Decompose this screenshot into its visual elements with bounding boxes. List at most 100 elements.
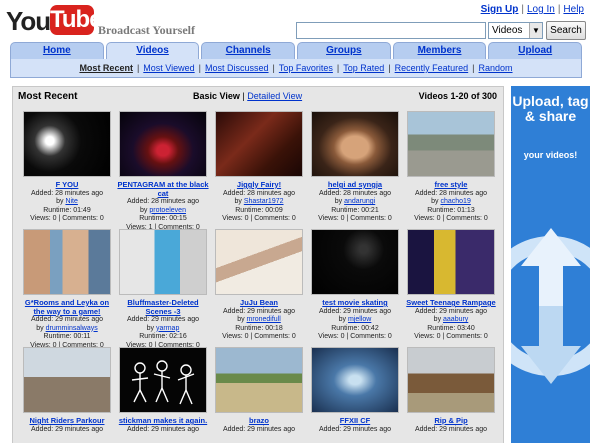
logo-you-text: You — [6, 6, 51, 36]
ad-headline: Upload, tag & share — [512, 93, 589, 124]
search-category-select[interactable]: Videos ▼ — [488, 22, 543, 39]
video-title-link[interactable]: Night Riders Parkour — [21, 416, 113, 426]
video-added: Added: 29 minutes ago — [223, 307, 295, 315]
video-title-link[interactable]: PENTAGRAM at the black cat — [117, 180, 209, 198]
tab-home[interactable]: Home — [10, 42, 104, 59]
video-author-link[interactable]: chacho19 — [440, 198, 470, 205]
sub-navigation: Most Recent | Most Viewed | Most Discussed… — [10, 59, 582, 78]
video-author-link[interactable]: yarmap — [156, 325, 179, 332]
search-button[interactable]: Search — [546, 21, 586, 40]
video-thumbnail[interactable] — [23, 229, 111, 295]
upload-ad-banner[interactable]: Upload, tag & share your videos! — [511, 86, 590, 443]
video-stats: Views: 0 | Comments: 0 — [30, 215, 104, 222]
video-title-link[interactable]: JuJu Bean — [213, 298, 305, 308]
subnav-random[interactable]: Random — [479, 63, 513, 73]
video-title-link[interactable]: Bluffmaster-Deleted Scenes -3 — [117, 298, 209, 316]
video-thumbnail[interactable] — [311, 347, 399, 413]
video-card: free style Added: 28 minutes ago by chac… — [405, 111, 497, 226]
subnav-top-rated[interactable]: Top Rated — [343, 63, 384, 73]
video-runtime: Runtime: 00:11 — [43, 333, 91, 340]
youtube-logo[interactable]: You Tube — [6, 4, 103, 38]
video-title-link[interactable]: G*Rooms and Leyka on the way to a game! — [21, 298, 113, 316]
search-category-value: Videos — [492, 25, 523, 36]
video-author-link[interactable]: andarungi — [344, 198, 375, 205]
video-thumbnail[interactable] — [215, 347, 303, 413]
sign-up-link[interactable]: Sign Up — [481, 4, 519, 15]
video-added: Added: 28 minutes ago — [223, 189, 295, 197]
tab-channels[interactable]: Channels — [201, 42, 296, 59]
video-card: Night Riders Parkour Added: 29 minutes a… — [21, 347, 113, 443]
video-stats: Views: 0 | Comments: 0 — [222, 333, 296, 340]
video-runtime: Runtime: 00:42 — [331, 324, 379, 332]
subnav-most-recent[interactable]: Most Recent — [79, 63, 133, 73]
video-thumbnail[interactable] — [407, 347, 495, 413]
video-thumbnail[interactable] — [407, 229, 495, 295]
video-added: Added: 28 minutes ago — [319, 189, 391, 197]
video-title-link[interactable]: test movie skating — [309, 298, 401, 308]
video-thumbnail[interactable] — [23, 111, 111, 177]
help-link[interactable]: Help — [563, 4, 584, 15]
tab-videos[interactable]: Videos — [105, 42, 200, 59]
video-stats: Views: 0 | Comments: 0 — [222, 215, 296, 222]
tab-upload[interactable]: Upload — [488, 42, 583, 59]
video-title-link[interactable]: FFXII CF — [309, 416, 401, 426]
video-author-link[interactable]: mjellow — [348, 316, 371, 323]
video-card: Jiggly Fairy! Added: 28 minutes ago by S… — [213, 111, 305, 226]
video-author-link[interactable]: drumminsalways — [46, 325, 98, 332]
video-added: Added: 29 minutes ago — [415, 425, 487, 433]
tab-members[interactable]: Members — [392, 42, 487, 59]
video-runtime: Runtime: 00:15 — [139, 215, 187, 222]
video-thumbnail[interactable] — [119, 229, 207, 295]
video-title-link[interactable]: Jiggly Fairy! — [213, 180, 305, 190]
subnav-most-viewed[interactable]: Most Viewed — [143, 63, 194, 73]
video-title-link[interactable]: stickman makes it again. — [117, 416, 209, 426]
video-author-link[interactable]: protoeleven — [149, 207, 186, 214]
detailed-view-link[interactable]: Detailed View — [247, 91, 302, 101]
video-added: Added: 29 minutes ago — [127, 425, 199, 433]
stickman-illustration — [131, 360, 195, 405]
video-runtime: Runtime: 00:18 — [235, 324, 283, 332]
video-author-link[interactable]: Shastar1972 — [244, 198, 284, 205]
video-thumbnail[interactable] — [215, 229, 303, 295]
video-added: Added: 29 minutes ago — [223, 425, 295, 433]
video-title-link[interactable]: free style — [405, 180, 497, 190]
logo-tube-text: Tube — [50, 5, 103, 35]
video-added: Added: 29 minutes ago — [319, 425, 391, 433]
subnav-top-favorites[interactable]: Top Favorites — [279, 63, 333, 73]
basic-view-label: Basic View — [193, 91, 240, 101]
video-added: Added: 29 minutes ago — [319, 307, 391, 315]
video-card: FFXII CF Added: 29 minutes ago — [309, 347, 401, 443]
video-title-link[interactable]: brazo — [213, 416, 305, 426]
video-card: F YOU Added: 28 minutes ago by Nite Runt… — [21, 111, 113, 226]
video-added: Added: 28 minutes ago — [415, 189, 487, 197]
view-toggle: Basic View | Detailed View — [193, 91, 303, 101]
subnav-recently-featured[interactable]: Recently Featured — [395, 63, 469, 73]
account-links: Sign Up | Log In | Help — [480, 4, 584, 15]
video-stats: Views: 0 | Comments: 0 — [414, 215, 488, 222]
video-thumbnail[interactable] — [215, 111, 303, 177]
video-card: Rip & Pip Added: 29 minutes ago — [405, 347, 497, 443]
log-in-link[interactable]: Log In — [527, 4, 555, 15]
search-input[interactable] — [296, 22, 486, 39]
ad-subline: your videos! — [523, 150, 578, 160]
tab-groups[interactable]: Groups — [297, 42, 391, 59]
subnav-most-discussed[interactable]: Most Discussed — [205, 63, 269, 73]
video-thumbnail[interactable] — [119, 347, 207, 413]
video-title-link[interactable]: helgi ad syngja — [309, 180, 401, 190]
video-author-link[interactable]: mronedifull — [247, 316, 281, 323]
video-thumbnail[interactable] — [119, 111, 207, 177]
video-card: JuJu Bean Added: 29 minutes ago by mrone… — [213, 229, 305, 344]
panel-header: Most Recent Basic View | Detailed View V… — [13, 87, 503, 105]
video-thumbnail[interactable] — [311, 111, 399, 177]
video-thumbnail[interactable] — [23, 347, 111, 413]
video-thumbnail[interactable] — [407, 111, 495, 177]
video-title-link[interactable]: Sweet Teenage Rampage — [405, 298, 497, 308]
video-thumbnail[interactable] — [311, 229, 399, 295]
video-author-link[interactable]: Nite — [65, 198, 77, 205]
upload-arrows-graphic — [511, 228, 590, 384]
video-author-link[interactable]: aaabury — [443, 316, 468, 323]
video-runtime: Runtime: 01:49 — [43, 206, 91, 214]
video-title-link[interactable]: F YOU — [21, 180, 113, 190]
video-title-link[interactable]: Rip & Pip — [405, 416, 497, 426]
video-stats: Views: 0 | Comments: 0 — [318, 333, 392, 340]
